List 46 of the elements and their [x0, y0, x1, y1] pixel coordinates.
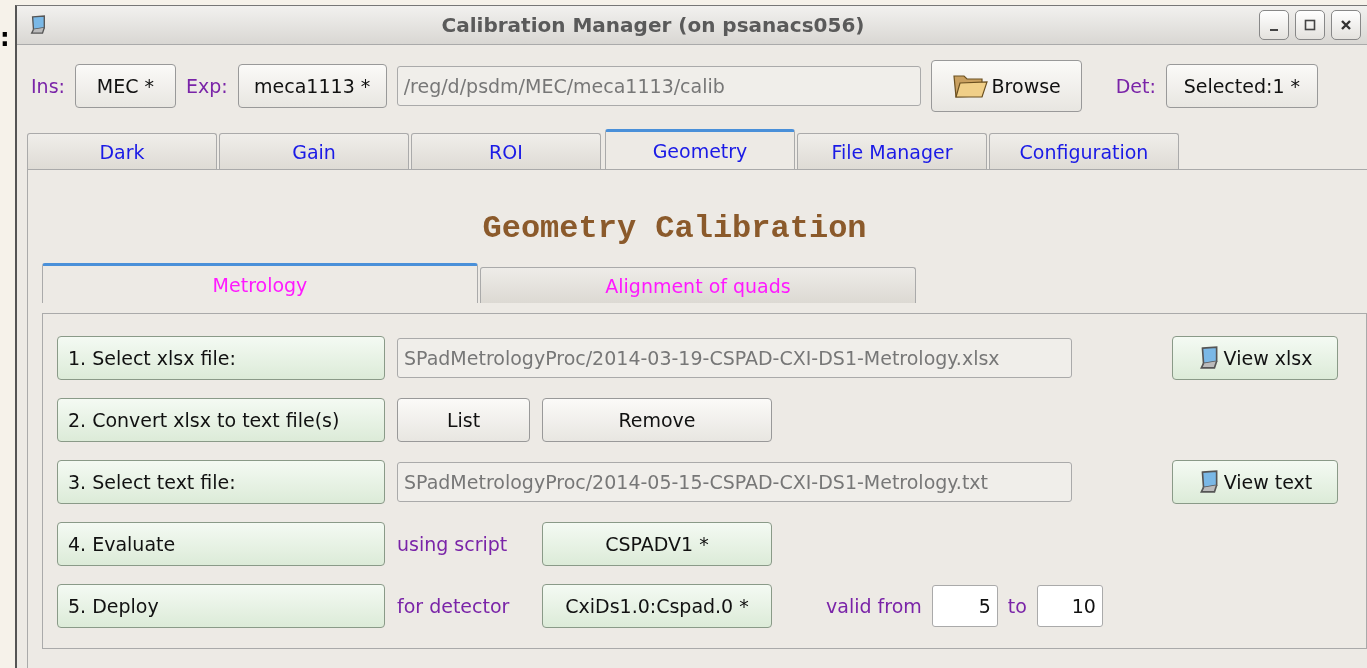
row-label: for detector	[397, 595, 511, 617]
step-button[interactable]: 2. Convert xlsx to text file(s)	[57, 398, 385, 442]
detector-label: Det:	[1115, 75, 1156, 97]
tab[interactable]: Gain	[219, 133, 409, 169]
action-button[interactable]: CxiDs1.0:Cspad.0 *	[542, 584, 772, 628]
step-button[interactable]: 5. Deploy	[57, 584, 385, 628]
window-title: Calibration Manager (on psanacs056)	[440, 13, 866, 37]
instrument-button[interactable]: MEC *	[74, 64, 176, 108]
detector-button[interactable]: Selected:1 *	[1165, 64, 1318, 108]
file-path-field[interactable]: SPadMetrologyProc/2014-03-19-CSPAD-CXI-DS1-Metrology.xlsx	[397, 338, 1072, 378]
folder-icon	[951, 72, 988, 100]
to-label: to	[1007, 595, 1027, 617]
maximize-icon	[1303, 18, 1317, 32]
experiment-button[interactable]: meca1113 *	[237, 64, 387, 108]
monitor-icon	[1197, 346, 1220, 370]
path-field[interactable]: /reg/d/psdm/MEC/meca1113/calib	[396, 66, 921, 106]
instrument-label: Ins:	[31, 75, 65, 97]
action-button[interactable]: List	[397, 398, 530, 442]
file-path-field[interactable]: SPadMetrologyProc/2014-05-15-CSPAD-CXI-DS1-Metrology.txt	[397, 462, 1072, 502]
tab[interactable]: Dark	[27, 133, 217, 169]
minimize-icon	[1270, 29, 1278, 31]
section-heading: Geometry Calibration	[481, 209, 868, 249]
row-label: using script	[397, 533, 509, 555]
colon-mark: :	[0, 24, 10, 52]
maximize-button[interactable]	[1295, 10, 1325, 40]
run-to-field[interactable]: 10	[1036, 585, 1103, 627]
close-button[interactable]	[1331, 10, 1361, 40]
minimize-button[interactable]	[1259, 10, 1289, 40]
run-from-field[interactable]: 5	[931, 585, 998, 627]
tab[interactable]: Configuration	[989, 133, 1179, 169]
close-icon	[1339, 18, 1353, 32]
view-button[interactable]: View text	[1172, 460, 1338, 504]
view-button[interactable]: View xlsx	[1172, 336, 1338, 380]
monitor-icon	[29, 15, 47, 35]
action-button[interactable]: CSPADV1 *	[542, 522, 772, 566]
browse-button[interactable]: Browse	[930, 60, 1082, 112]
step-button[interactable]: 3. Select text file:	[57, 460, 385, 504]
tab[interactable]: File Manager	[797, 133, 987, 169]
tab[interactable]: Geometry	[605, 129, 795, 169]
monitor-icon	[1197, 470, 1220, 494]
valid-from-label: valid from	[826, 595, 922, 617]
experiment-label: Exp:	[185, 75, 228, 97]
step-button[interactable]: 1. Select xlsx file:	[57, 336, 385, 380]
action-button[interactable]: Remove	[542, 398, 772, 442]
tab[interactable]: ROI	[411, 133, 601, 169]
step-button[interactable]: 4. Evaluate	[57, 522, 385, 566]
